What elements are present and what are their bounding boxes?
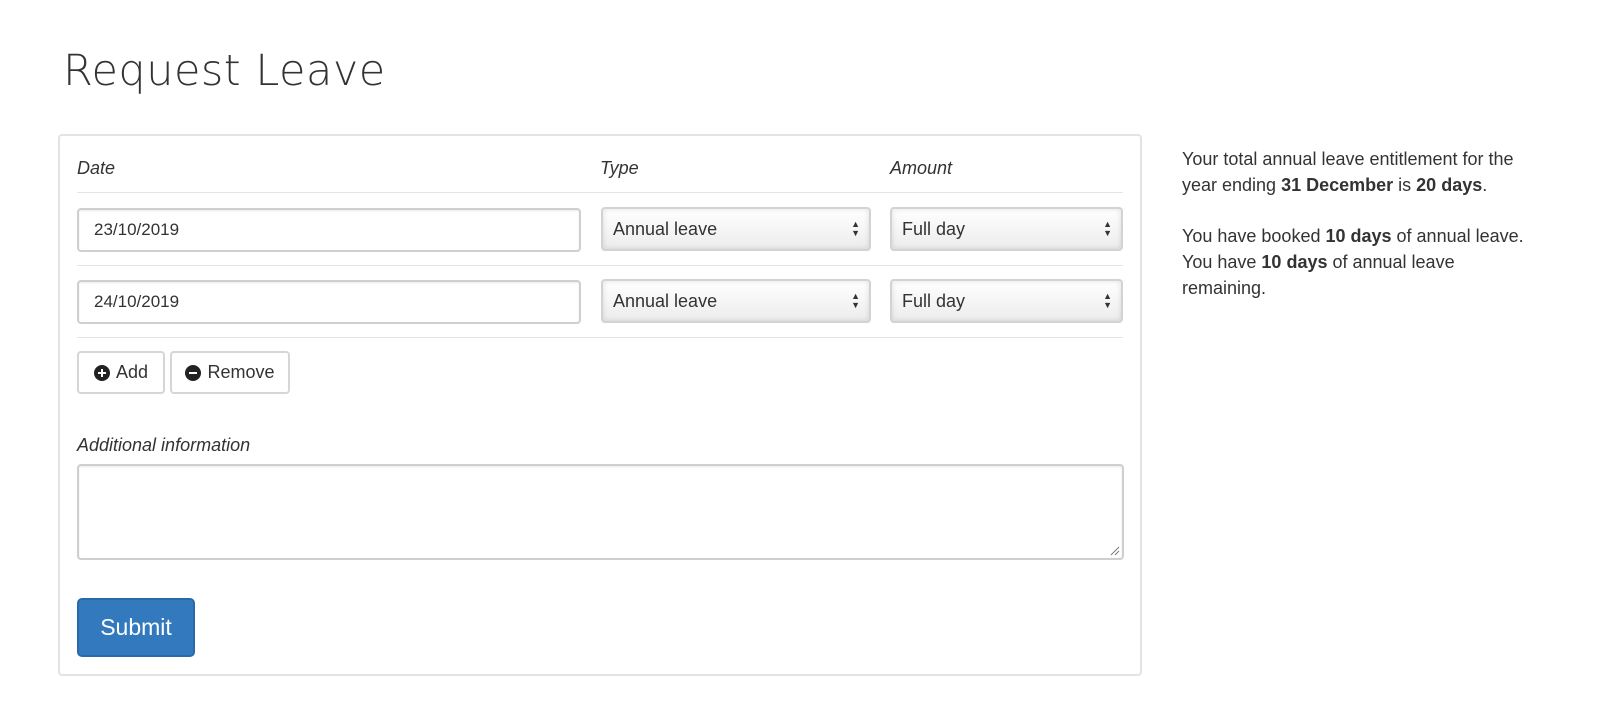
date-input-row-1[interactable] — [77, 208, 581, 252]
up-down-arrows-icon: ▲ ▼ — [1103, 219, 1112, 238]
leave-summary: Your total annual leave entitlement for … — [1182, 146, 1532, 326]
type-select-row-2[interactable]: Annual leave ▲ ▼ — [601, 279, 871, 323]
total-entitlement: 20 days — [1416, 175, 1483, 195]
remaining-days: 10 days — [1261, 252, 1328, 272]
plus-circle-icon — [93, 364, 110, 381]
booked-days: 10 days — [1325, 226, 1392, 246]
up-down-arrows-icon: ▲ ▼ — [851, 291, 860, 310]
entitlement-summary: Your total annual leave entitlement for … — [1182, 146, 1532, 198]
type-select-value: Annual leave — [613, 290, 718, 311]
date-column-header: Date — [77, 158, 116, 178]
amount-select-value: Full day — [902, 290, 966, 311]
additional-information-label: Additional information — [77, 435, 251, 455]
amount-select-row-1[interactable]: Full day ▲ ▼ — [890, 207, 1123, 251]
type-select-value: Annual leave — [613, 218, 718, 239]
date-input-row-2[interactable] — [77, 280, 581, 324]
minus-circle-icon — [185, 364, 202, 381]
booked-summary: You have booked 10 days of annual leave.… — [1182, 223, 1532, 301]
page-title: Request Leave — [63, 46, 386, 96]
remove-button-label: Remove — [207, 362, 275, 382]
up-down-arrows-icon: ▲ ▼ — [851, 219, 860, 238]
row-divider — [77, 337, 1123, 338]
row-divider — [77, 265, 1123, 266]
amount-column-header: Amount — [890, 158, 953, 178]
up-down-arrows-icon: ▲ ▼ — [1103, 291, 1112, 310]
type-column-header: Type — [600, 158, 639, 178]
summary-text: is — [1393, 175, 1417, 195]
type-select-row-1[interactable]: Annual leave ▲ ▼ — [601, 207, 871, 251]
header-divider — [77, 192, 1123, 193]
add-row-button[interactable]: Add — [77, 351, 165, 394]
resize-grip-icon[interactable] — [1110, 546, 1120, 556]
submit-button[interactable]: Submit — [77, 598, 195, 657]
amount-select-row-2[interactable]: Full day ▲ ▼ — [890, 279, 1123, 323]
year-end-date: 31 December — [1281, 175, 1394, 195]
remove-row-button[interactable]: Remove — [170, 351, 290, 394]
add-button-label: Add — [115, 362, 149, 382]
amount-select-value: Full day — [902, 218, 966, 239]
summary-text: You have booked — [1182, 226, 1326, 246]
summary-text: . — [1482, 175, 1488, 195]
additional-information-textarea[interactable] — [77, 464, 1124, 560]
